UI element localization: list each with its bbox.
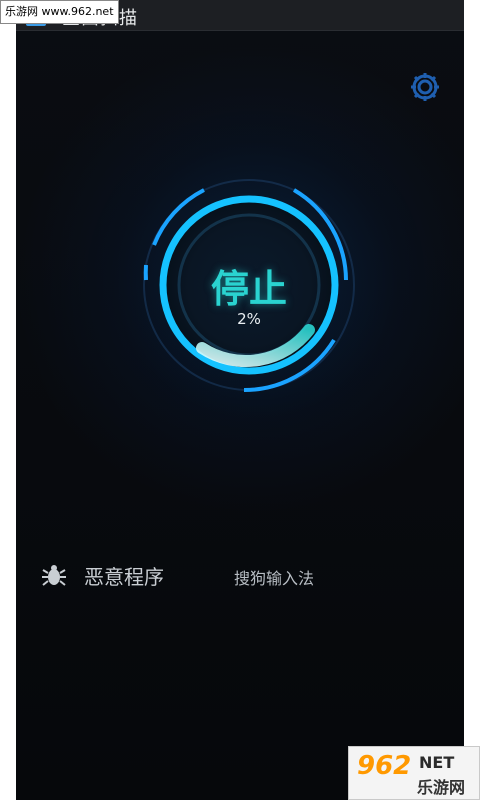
bug-icon (42, 565, 66, 586)
watermark-site: 乐游网 (417, 778, 466, 797)
watermark-brand: 962 (357, 751, 412, 781)
watermark-net: NET (419, 753, 455, 772)
app-screen: 全面扫描 (16, 0, 464, 800)
watermark-top-left: 乐游网 www.962.net (0, 0, 119, 24)
category-label: 恶意程序 (84, 565, 164, 589)
scan-stop-button[interactable]: 停止 2% (134, 170, 364, 400)
detected-item-label: 搜狗输入法 (234, 569, 315, 588)
progress-percent: 2% (237, 310, 261, 328)
gear-icon (411, 73, 439, 101)
watermark-bottom-right: 962 NET 乐游网 (348, 746, 480, 800)
settings-button[interactable] (408, 70, 442, 104)
stop-label: 停止 (210, 267, 287, 311)
background (16, 0, 464, 800)
result-row: 恶意程序 搜狗输入法 (40, 555, 460, 595)
